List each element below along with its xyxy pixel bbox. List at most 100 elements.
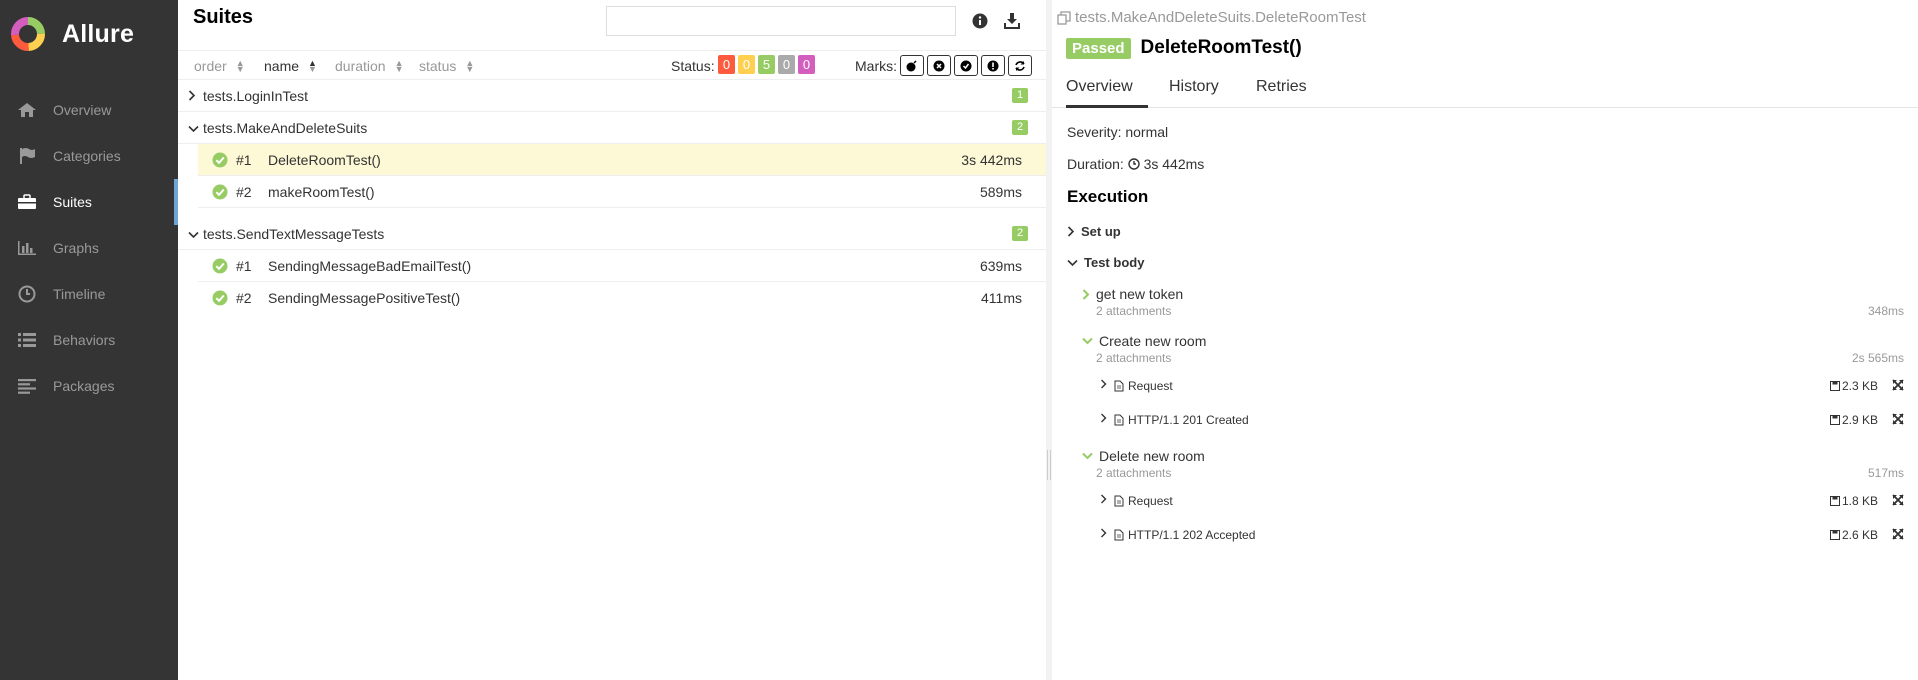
chevron-right-icon [1101, 528, 1107, 538]
sort-arrows-icon: ▲ ▼ [465, 58, 475, 74]
chevron-right-icon [1101, 413, 1107, 423]
search-input[interactable] [606, 6, 956, 36]
test-row[interactable]: #1 SendingMessageBadEmailTest() 639ms [198, 250, 1046, 282]
tab-history[interactable]: History [1169, 78, 1219, 108]
test-name: makeRoomTest() [268, 184, 375, 200]
status-badge: Passed [1066, 37, 1131, 59]
passed-count-badge: 2 [1012, 226, 1028, 241]
sidebar-item-overview[interactable]: Overview [0, 87, 178, 133]
test-title: DeleteRoomTest() [1140, 37, 1302, 58]
splitter-grip[interactable] [1047, 450, 1051, 480]
sidebar-item-label: Overview [53, 102, 112, 118]
chevron-down-icon [1082, 337, 1093, 345]
mark-new-failed-button[interactable] [927, 55, 951, 76]
test-body-section[interactable]: Test body [1067, 255, 1144, 270]
sidebar: Allure Overview Categories Suites Graphs [0, 0, 178, 680]
sidebar-item-packages[interactable]: Packages [0, 363, 178, 409]
info-icon[interactable] [972, 13, 988, 32]
expand-icon [1892, 379, 1904, 391]
download-icon[interactable] [1003, 12, 1021, 33]
mark-retries-button[interactable] [1008, 55, 1032, 76]
attachment-row[interactable]: HTTP/1.1 201 Created 2.9 KB [1100, 412, 1906, 430]
mark-flaky-button[interactable] [900, 55, 924, 76]
sidebar-item-behaviors[interactable]: Behaviors [0, 317, 178, 363]
suite-group[interactable]: tests.LoginInTest 1 [178, 80, 1046, 112]
suite-group[interactable]: tests.MakeAndDeleteSuits 2 [178, 112, 1046, 144]
times-circle-icon [933, 60, 945, 71]
duration-label: Duration: [1067, 156, 1124, 172]
suite-group[interactable]: tests.SendTextMessageTests 2 [178, 218, 1046, 250]
mark-new-passed-button[interactable] [954, 55, 978, 76]
sidebar-item-categories[interactable]: Categories [0, 133, 178, 179]
tab-retries[interactable]: Retries [1256, 78, 1307, 108]
sidebar-item-graphs[interactable]: Graphs [0, 225, 178, 271]
step-name: get new token [1096, 286, 1184, 302]
status-filter: 0 0 5 0 0 [718, 55, 818, 74]
status-skipped-badge[interactable]: 0 [778, 55, 795, 74]
clock-icon [1128, 158, 1140, 170]
attachment-size[interactable]: 2.3 KB [1829, 379, 1878, 393]
step-row[interactable]: get new token [1082, 286, 1183, 302]
mark-new-broken-button[interactable] [981, 55, 1005, 76]
test-row[interactable]: #2 makeRoomTest() 589ms [198, 176, 1046, 208]
status-unknown-badge[interactable]: 0 [798, 55, 815, 74]
sort-arrows-icon: ▲ ▼ [308, 58, 317, 74]
attachment-size[interactable]: 1.8 KB [1829, 494, 1878, 508]
file-text-icon [1114, 529, 1124, 541]
severity-value: normal [1125, 124, 1169, 140]
chevron-down-icon [1082, 452, 1093, 460]
briefcase-icon [16, 193, 38, 211]
exclamation-circle-icon [987, 60, 999, 71]
setup-label: Set up [1081, 224, 1121, 239]
setup-section[interactable]: Set up [1067, 224, 1121, 239]
sort-order[interactable]: order ▲ ▼ [194, 58, 245, 74]
passed-check-icon [212, 152, 228, 171]
test-body-label: Test body [1084, 255, 1145, 270]
step-attachments: 2 attachments [1096, 304, 1172, 318]
refresh-icon [1015, 60, 1025, 71]
step-duration: 348ms [1867, 304, 1904, 318]
attachment-row[interactable]: Request 2.3 KB [1100, 378, 1906, 396]
sidebar-item-label: Graphs [53, 240, 99, 256]
step-row[interactable]: Delete new room [1082, 448, 1205, 464]
chevron-right-icon [1067, 226, 1075, 237]
status-failed-badge[interactable]: 0 [718, 55, 735, 74]
bomb-icon [906, 59, 917, 71]
chevron-right-icon [1101, 379, 1107, 389]
attachment-size-value: 1.8 KB [1841, 494, 1878, 508]
status-broken-badge[interactable]: 0 [738, 55, 755, 74]
attachment-size[interactable]: 2.6 KB [1829, 528, 1878, 542]
attachment-size[interactable]: 2.9 KB [1829, 413, 1878, 427]
test-number: #2 [236, 184, 252, 200]
test-name: SendingMessagePositiveTest() [268, 290, 461, 306]
attachment-row[interactable]: Request 1.8 KB [1100, 493, 1906, 511]
test-full-path: tests.MakeAndDeleteSuits.DeleteRoomTest [1075, 9, 1366, 26]
sidebar-item-label: Behaviors [53, 332, 116, 348]
sort-name[interactable]: name ▲ ▼ [264, 58, 317, 74]
breadcrumb[interactable]: tests.MakeAndDeleteSuits.DeleteRoomTest [1057, 9, 1366, 26]
step-name: Create new room [1099, 333, 1207, 349]
duration-line: Duration: 3s 442ms [1067, 156, 1204, 172]
suite-name: tests.SendTextMessageTests [203, 226, 385, 242]
sort-status[interactable]: status ▲ ▼ [419, 58, 474, 74]
passed-check-icon [212, 258, 228, 277]
expand-icon [1892, 494, 1904, 506]
save-icon [1829, 381, 1840, 391]
chevron-down-icon [188, 227, 199, 242]
sidebar-item-label: Suites [53, 194, 92, 210]
file-text-icon [1114, 495, 1124, 507]
duration-value: 3s 442ms [1143, 156, 1205, 172]
test-row[interactable]: #1 DeleteRoomTest() 3s 442ms [198, 144, 1046, 176]
attachment-row[interactable]: HTTP/1.1 202 Accepted 2.6 KB [1100, 527, 1906, 545]
attachment-name: Request [1128, 494, 1173, 508]
sort-duration[interactable]: duration ▲ ▼ [335, 58, 404, 74]
step-duration: 2s 565ms [1851, 351, 1904, 365]
logo[interactable]: Allure [10, 16, 134, 52]
sidebar-item-suites[interactable]: Suites [0, 179, 178, 225]
test-row[interactable]: #2 SendingMessagePositiveTest() 411ms [198, 282, 1046, 314]
step-row[interactable]: Create new room [1082, 333, 1206, 349]
status-passed-badge[interactable]: 5 [758, 55, 775, 74]
test-number: #1 [236, 152, 252, 168]
sidebar-item-timeline[interactable]: Timeline [0, 271, 178, 317]
tab-overview[interactable]: Overview [1066, 78, 1148, 108]
